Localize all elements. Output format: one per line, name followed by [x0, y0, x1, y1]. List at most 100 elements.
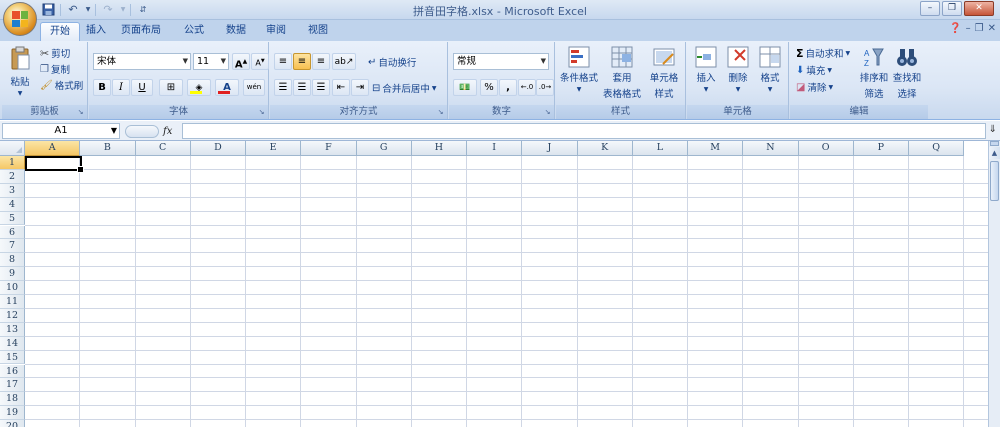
- column-header-k[interactable]: K: [577, 141, 633, 156]
- column-header-p[interactable]: P: [853, 141, 909, 156]
- workbook-restore-icon[interactable]: ❐: [975, 23, 984, 34]
- tab-formulas[interactable]: 公式: [172, 22, 216, 41]
- underline-button[interactable]: U: [131, 79, 153, 96]
- workbook-close-icon[interactable]: ✕: [988, 23, 996, 34]
- align-bottom-button[interactable]: ≡: [312, 53, 330, 70]
- workbook-minimize-icon[interactable]: –: [966, 23, 971, 34]
- row-header-19[interactable]: 19: [0, 406, 25, 421]
- close-button[interactable]: ✕: [964, 1, 994, 16]
- row-header-15[interactable]: 15: [0, 350, 25, 365]
- tab-view[interactable]: 视图: [298, 22, 338, 41]
- decrease-decimal-button[interactable]: .0→: [536, 79, 554, 96]
- row-header-1[interactable]: 1: [0, 156, 25, 170]
- align-middle-button[interactable]: ≡: [293, 53, 311, 70]
- row-header-7[interactable]: 7: [0, 239, 25, 254]
- row-header-11[interactable]: 11: [0, 295, 25, 309]
- save-icon[interactable]: [40, 3, 56, 17]
- name-box[interactable]: A1 ▼: [2, 123, 120, 139]
- row-header-18[interactable]: 18: [0, 392, 25, 407]
- expand-formula-bar-icon[interactable]: ⇓: [989, 124, 997, 135]
- column-header-g[interactable]: G: [356, 141, 412, 156]
- clear-button[interactable]: ◪ 清除 ▼: [796, 80, 833, 95]
- formula-input[interactable]: [182, 123, 986, 139]
- conditional-formatting-button[interactable]: 条件格式 ▼: [558, 46, 600, 93]
- row-header-13[interactable]: 13: [0, 322, 25, 337]
- row-header-20[interactable]: 20: [0, 420, 25, 427]
- sort-filter-button[interactable]: AZ 排序和 筛选: [858, 46, 890, 100]
- grow-font-button[interactable]: A▲: [232, 53, 250, 70]
- align-top-button[interactable]: ≡: [274, 53, 292, 70]
- fill-button[interactable]: ⬇ 填充 ▼: [796, 63, 832, 78]
- undo-icon[interactable]: ↶: [65, 3, 81, 17]
- column-header-i[interactable]: I: [467, 141, 523, 156]
- autosum-button[interactable]: Σ 自动求和 ▼: [796, 46, 850, 61]
- tab-home[interactable]: 开始: [40, 22, 80, 41]
- orientation-button[interactable]: ab↗: [332, 53, 356, 70]
- decrease-indent-button[interactable]: ⇤: [332, 79, 350, 96]
- redo-icon[interactable]: ↷: [100, 3, 116, 17]
- column-header-h[interactable]: H: [411, 141, 467, 156]
- scroll-up-icon[interactable]: ▲: [989, 147, 1000, 159]
- column-header-l[interactable]: L: [632, 141, 688, 156]
- column-header-d[interactable]: D: [190, 141, 246, 156]
- font-launcher-icon[interactable]: ↘: [257, 108, 266, 117]
- row-header-4[interactable]: 4: [0, 197, 25, 212]
- align-right-button[interactable]: ☰: [312, 79, 330, 96]
- customize-icon[interactable]: ⇵: [135, 3, 151, 17]
- font-size-select[interactable]: 11 ▼: [193, 53, 229, 70]
- redo-dropdown-icon[interactable]: ▼: [120, 3, 126, 17]
- cut-button[interactable]: ✂ 剪切: [40, 46, 70, 61]
- accounting-format-button[interactable]: 💵: [453, 79, 477, 96]
- tab-review[interactable]: 审阅: [256, 22, 296, 41]
- column-header-q[interactable]: Q: [909, 141, 965, 156]
- shrink-font-button[interactable]: A▼: [251, 53, 269, 70]
- scroll-thumb[interactable]: [990, 161, 999, 201]
- worksheet-grid[interactable]: ABCDEFGHIJKLMNOPQ 1 2 3 4 5 6 7 8 9 10 11 12 13 14 15 1…: [0, 141, 1000, 427]
- row-header-14[interactable]: 14: [0, 336, 25, 351]
- column-header-o[interactable]: O: [798, 141, 854, 156]
- tab-page-layout[interactable]: 页面布局: [112, 22, 170, 41]
- cell-styles-button[interactable]: 单元格 样式: [644, 46, 684, 100]
- select-all-corner[interactable]: [0, 141, 25, 156]
- alignment-launcher-icon[interactable]: ↘: [436, 108, 445, 117]
- split-box[interactable]: [990, 141, 999, 146]
- percent-button[interactable]: %: [480, 79, 498, 96]
- bold-button[interactable]: B: [93, 79, 111, 96]
- office-button[interactable]: [3, 2, 37, 36]
- align-center-button[interactable]: ☰: [293, 79, 311, 96]
- find-select-button[interactable]: 查找和 选择: [890, 46, 924, 100]
- row-header-17[interactable]: 17: [0, 378, 25, 393]
- increase-decimal-button[interactable]: ←.0: [518, 79, 536, 96]
- column-header-m[interactable]: M: [688, 141, 744, 156]
- row-header-5[interactable]: 5: [0, 211, 25, 226]
- borders-button[interactable]: ⊞: [159, 79, 183, 96]
- column-header-c[interactable]: C: [135, 141, 191, 156]
- column-header-n[interactable]: N: [743, 141, 799, 156]
- insert-cells-button[interactable]: 插入 ▼: [691, 46, 721, 93]
- undo-dropdown-icon[interactable]: ▼: [85, 3, 91, 17]
- minimize-button[interactable]: –: [920, 1, 940, 16]
- tab-data[interactable]: 数据: [216, 22, 256, 41]
- copy-button[interactable]: ❐ 复制: [40, 62, 70, 77]
- row-header-6[interactable]: 6: [0, 225, 25, 240]
- column-header-b[interactable]: B: [80, 141, 136, 156]
- fill-color-button[interactable]: ◈: [187, 79, 211, 96]
- row-header-9[interactable]: 9: [0, 267, 25, 282]
- row-header-16[interactable]: 16: [0, 364, 25, 379]
- italic-button[interactable]: I: [112, 79, 130, 96]
- active-cell-a1[interactable]: [25, 156, 84, 173]
- column-header-a[interactable]: A: [25, 141, 81, 156]
- delete-cells-button[interactable]: 删除 ▼: [723, 46, 753, 93]
- number-launcher-icon[interactable]: ↘: [543, 108, 552, 117]
- column-header-f[interactable]: F: [301, 141, 357, 156]
- column-header-e[interactable]: E: [246, 141, 302, 156]
- paste-button[interactable]: 粘贴 ▼: [8, 46, 32, 97]
- restore-button[interactable]: ❐: [942, 1, 962, 16]
- comma-button[interactable]: ,: [499, 79, 517, 96]
- column-header-j[interactable]: J: [522, 141, 578, 156]
- increase-indent-button[interactable]: ⇥: [351, 79, 369, 96]
- row-header-12[interactable]: 12: [0, 308, 25, 323]
- wrap-text-button[interactable]: ↵ 自动换行: [368, 55, 416, 70]
- format-painter-button[interactable]: 🖌 格式刷: [40, 78, 83, 93]
- tab-insert[interactable]: 插入: [80, 22, 112, 41]
